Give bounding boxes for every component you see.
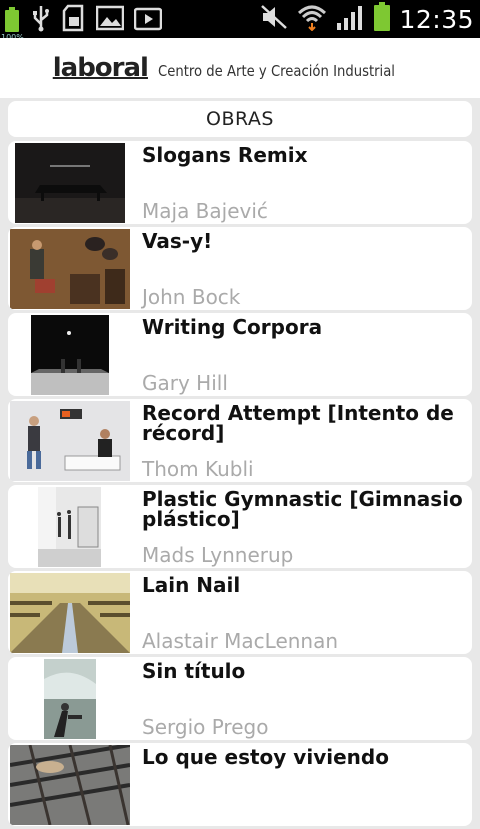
- work-title: Lo que estoy viviendo: [142, 745, 389, 769]
- list-item[interactable]: Vas-y! John Bock: [8, 227, 472, 310]
- logo-subtitle: Centro de Arte y Creación Industrial: [157, 62, 395, 80]
- usb-icon: [30, 4, 52, 36]
- laboral-logo: laboral Centro de Arte y Creación Indust…: [53, 55, 428, 81]
- artist-name: Gary Hill: [142, 371, 228, 395]
- artist-name: John Bock: [142, 285, 241, 309]
- status-bar: 100%: [0, 0, 480, 42]
- list-item[interactable]: Plastic Gymnastic [Gimnasio plástico] Ma…: [8, 485, 472, 568]
- artwork-thumbnail: [15, 143, 125, 223]
- list-item[interactable]: Sin título Sergio Prego: [8, 657, 472, 740]
- sd-card-icon: [62, 4, 86, 36]
- mute-icon: [259, 3, 289, 35]
- work-title: Slogans Remix: [142, 143, 308, 167]
- artist-name: Sergio Prego: [142, 715, 269, 739]
- notification-icons: 100%: [1, 4, 163, 42]
- artwork-thumbnail: [10, 573, 130, 653]
- list-item[interactable]: Lo que estoy viviendo: [8, 743, 472, 826]
- artwork-thumbnail: [38, 487, 101, 567]
- work-title: Plastic Gymnastic [Gimnasio plástico]: [142, 487, 463, 531]
- app-header: laboral Centro de Arte y Creación Indust…: [0, 38, 480, 98]
- image-icon: [95, 5, 125, 35]
- work-title: Record Attempt [Intento de récord]: [142, 401, 454, 445]
- artist-name: Maja Bajević: [142, 199, 268, 223]
- artwork-thumbnail: [44, 659, 96, 739]
- signal-icon: [335, 3, 365, 35]
- works-list: Slogans Remix Maja Bajević Vas-y! John B…: [8, 141, 472, 829]
- artwork-thumbnail: [31, 315, 109, 395]
- list-item[interactable]: Writing Corpora Gary Hill: [8, 313, 472, 396]
- logo-word: laboral: [52, 53, 149, 83]
- artist-name: Alastair MacLennan: [142, 629, 339, 653]
- artwork-thumbnail: [10, 401, 130, 481]
- play-store-icon: [133, 5, 163, 35]
- list-item[interactable]: Lain Nail Alastair MacLennan: [8, 571, 472, 654]
- artist-name: Mads Lynnerup: [142, 543, 294, 567]
- wifi-icon: [297, 3, 327, 35]
- clock: 12:35: [399, 4, 474, 34]
- section-title: OBRAS: [8, 101, 472, 137]
- artwork-thumbnail: [10, 229, 130, 309]
- work-title: Vas-y!: [142, 229, 213, 253]
- system-icons: 12:35: [259, 0, 474, 38]
- work-title: Writing Corpora: [142, 315, 323, 339]
- list-item[interactable]: Record Attempt [Intento de récord] Thom …: [8, 399, 472, 482]
- list-item[interactable]: Slogans Remix Maja Bajević: [8, 141, 472, 224]
- work-title: Sin título: [142, 659, 246, 683]
- artwork-thumbnail: [10, 745, 130, 825]
- battery-icon: 100%: [1, 7, 24, 42]
- artist-name: Thom Kubli: [142, 457, 254, 481]
- battery-icon: [373, 2, 391, 36]
- work-title: Lain Nail: [142, 573, 241, 597]
